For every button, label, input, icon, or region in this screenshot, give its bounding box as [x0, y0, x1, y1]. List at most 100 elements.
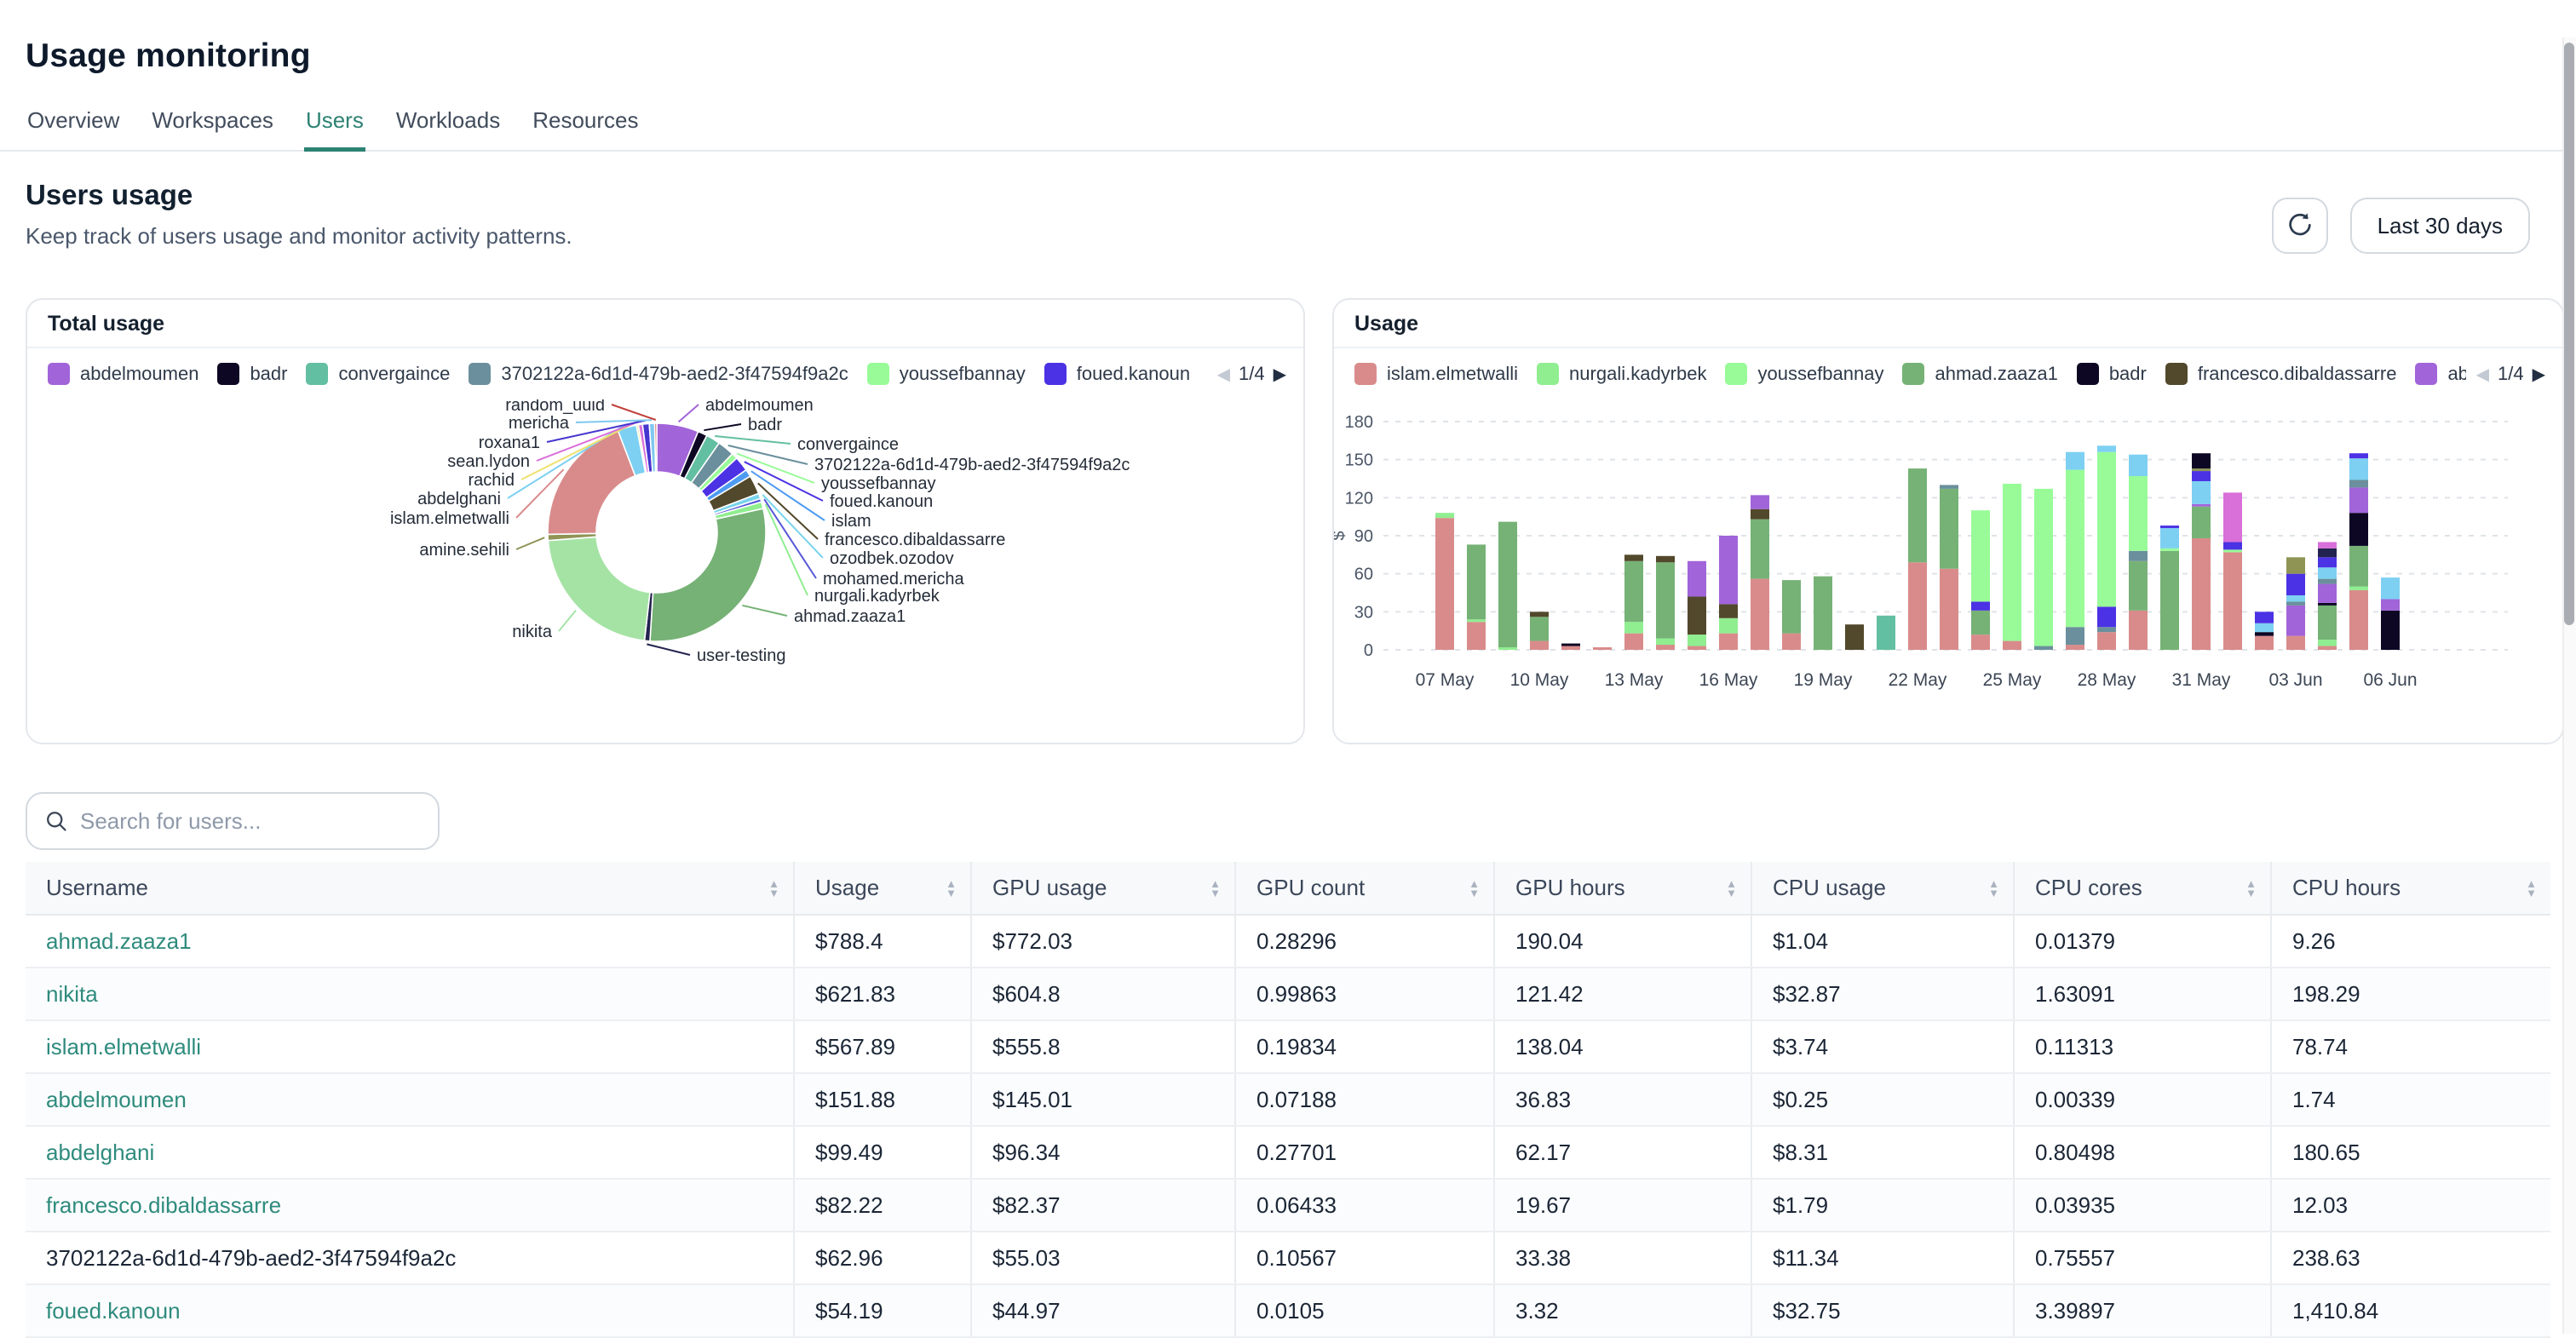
bar-segment[interactable] [2192, 507, 2211, 538]
bar-segment[interactable] [2349, 487, 2368, 513]
bar-segment[interactable] [2097, 627, 2116, 632]
sort-icon[interactable]: ▲▼ [1988, 879, 1999, 898]
sort-icon[interactable]: ▲▼ [1210, 879, 1221, 898]
legend-item[interactable]: francesco.dibaldassarre [2165, 363, 2397, 385]
bar-segment[interactable] [1530, 617, 1549, 640]
legend-item[interactable]: abdelmoumen [2415, 363, 2465, 385]
legend-prev-icon[interactable]: ◀ [1217, 364, 1230, 385]
legend-item[interactable]: abdelmoumen [48, 363, 198, 385]
bar-segment[interactable] [1940, 569, 1958, 650]
bar-segment[interactable] [1688, 561, 1706, 597]
bar-segment[interactable] [1435, 518, 1454, 650]
bar-segment[interactable] [1877, 616, 1895, 650]
tab-resources[interactable]: Resources [531, 97, 640, 152]
bar-segment[interactable] [1751, 509, 1769, 520]
sort-icon[interactable]: ▲▼ [768, 879, 779, 898]
scrollbar-track[interactable] [2562, 37, 2576, 1334]
bar-segment[interactable] [2349, 479, 2368, 487]
bar-segment[interactable] [1624, 622, 1643, 633]
bar-segment[interactable] [1688, 635, 1706, 646]
bar-segment[interactable] [2286, 606, 2305, 636]
bar-segment[interactable] [2318, 557, 2337, 567]
bar-segment[interactable] [1498, 647, 1517, 650]
legend-item[interactable]: badr [2077, 363, 2147, 385]
bar-segment[interactable] [2066, 627, 2084, 645]
username-link[interactable]: nikita [46, 981, 98, 1007]
legend-item[interactable]: ahmad.zaaza1 [1902, 363, 2057, 385]
bar-segment[interactable] [2003, 484, 2021, 641]
bar-segment[interactable] [2192, 453, 2211, 468]
legend-item[interactable]: islam.elmetwalli [1354, 363, 1518, 385]
sort-icon[interactable]: ▲▼ [1726, 879, 1737, 898]
bar-segment[interactable] [2034, 646, 2053, 650]
column-header-gpu-usage[interactable]: GPU usage▲▼ [971, 862, 1235, 915]
bar-segment[interactable] [2286, 574, 2305, 595]
bar-segment[interactable] [2160, 528, 2179, 548]
bar-segment[interactable] [2381, 577, 2400, 599]
bar-segment[interactable] [1971, 510, 1990, 601]
legend-item[interactable]: youssefbannay [1725, 363, 1883, 385]
bar-segment[interactable] [1940, 489, 1958, 569]
bar-segment[interactable] [1751, 520, 1769, 579]
bar-segment[interactable] [1782, 580, 1801, 634]
column-header-cpu-usage[interactable]: CPU usage▲▼ [1751, 862, 2014, 915]
bar-segment[interactable] [2192, 504, 2211, 507]
bar-segment[interactable] [2349, 513, 2368, 546]
date-range-button[interactable]: Last 30 days [2350, 198, 2530, 254]
bar-segment[interactable] [2318, 603, 2337, 606]
bar-segment[interactable] [2255, 632, 2274, 635]
bar-segment[interactable] [2318, 542, 2337, 548]
bar-segment[interactable] [2160, 525, 2179, 528]
bar-segment[interactable] [1593, 647, 1612, 650]
bar-segment[interactable] [2129, 551, 2148, 561]
sort-icon[interactable]: ▲▼ [946, 879, 957, 898]
column-header-gpu-hours[interactable]: GPU hours▲▼ [1494, 862, 1751, 915]
bar-segment[interactable] [1719, 618, 1738, 634]
bar-segment[interactable] [1656, 645, 1675, 650]
bar-segment[interactable] [1940, 485, 1958, 488]
bar-segment[interactable] [2286, 601, 2305, 605]
bar-segment[interactable] [2192, 481, 2211, 504]
bar-segment[interactable] [1498, 522, 1517, 647]
bar-segment[interactable] [2160, 548, 2179, 551]
bar-segment[interactable] [1467, 544, 1486, 619]
bar-segment[interactable] [1908, 562, 1927, 650]
bar-segment[interactable] [1719, 536, 1738, 604]
bar-segment[interactable] [2349, 453, 2368, 458]
legend-prev-icon[interactable]: ◀ [2476, 364, 2489, 385]
bar-segment[interactable] [1467, 619, 1486, 622]
tab-workloads[interactable]: Workloads [394, 97, 502, 152]
bar-segment[interactable] [1656, 639, 1675, 645]
sort-icon[interactable]: ▲▼ [1469, 879, 1480, 898]
bar-segment[interactable] [2034, 489, 2053, 646]
bar-segment[interactable] [1719, 634, 1738, 650]
bar-segment[interactable] [1908, 468, 1927, 562]
bar-segment[interactable] [2286, 557, 2305, 573]
column-header-username[interactable]: Username▲▼ [26, 862, 794, 915]
bar-segment[interactable] [2286, 595, 2305, 601]
username-link[interactable]: islam.elmetwalli [46, 1034, 201, 1059]
tab-workspaces[interactable]: Workspaces [150, 97, 275, 152]
bar-segment[interactable] [2349, 590, 2368, 650]
bar-segment[interactable] [2066, 645, 2084, 650]
bar-segment[interactable] [2223, 542, 2242, 549]
bar-segment[interactable] [2318, 584, 2337, 603]
bar-segment[interactable] [2097, 445, 2116, 451]
bar-segment[interactable] [2349, 587, 2368, 590]
sort-icon[interactable]: ▲▼ [2245, 879, 2257, 898]
bar-segment[interactable] [2192, 471, 2211, 481]
bar-segment[interactable] [2192, 468, 2211, 471]
bar-segment[interactable] [1435, 513, 1454, 518]
bar-segment[interactable] [2129, 455, 2148, 476]
username-link[interactable]: abdelghani [46, 1140, 154, 1165]
bar-segment[interactable] [1688, 596, 1706, 635]
bar-segment[interactable] [2097, 606, 2116, 627]
bar-segment[interactable] [2223, 492, 2242, 542]
bar-segment[interactable] [2349, 546, 2368, 587]
bar-segment[interactable] [1530, 641, 1549, 650]
bar-segment[interactable] [2066, 452, 2084, 470]
bar-segment[interactable] [1561, 644, 1580, 646]
bar-segment[interactable] [2066, 470, 2084, 628]
bar-segment[interactable] [1624, 634, 1643, 650]
column-header-cpu-cores[interactable]: CPU cores▲▼ [2014, 862, 2271, 915]
